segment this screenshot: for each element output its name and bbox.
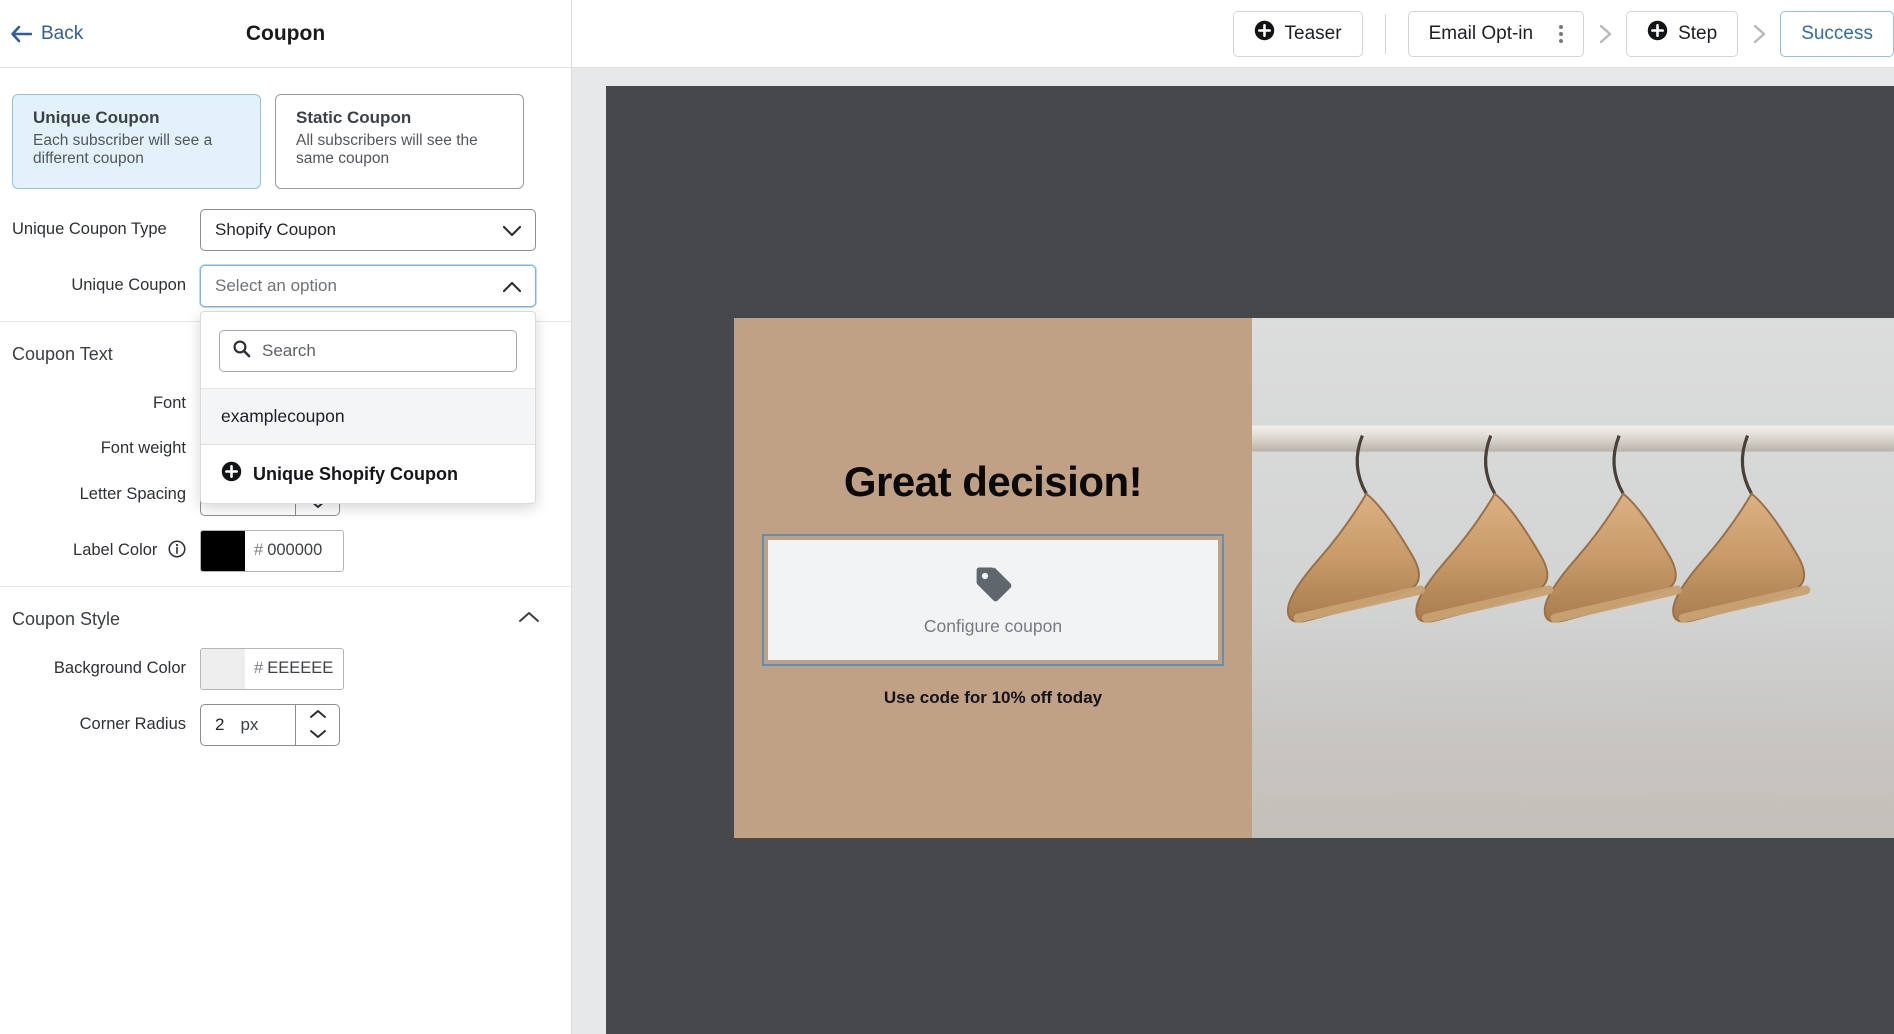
- popup-footer-text[interactable]: Use code for 10% off today: [884, 688, 1102, 708]
- popup-image: [1252, 318, 1894, 838]
- card-unique-coupon-title: Unique Coupon: [33, 108, 160, 127]
- corner-radius-value[interactable]: 2: [215, 715, 224, 735]
- chevron-up-icon: [501, 279, 523, 293]
- label-color-swatch[interactable]: [201, 530, 245, 571]
- dropdown-option-examplecoupon[interactable]: examplecoupon: [201, 388, 535, 444]
- preview-canvas: Great decision! Configure coupon Use cod…: [606, 86, 1894, 1034]
- left-settings-panel: Back Coupon Unique Coupon Each subscribe…: [0, 0, 572, 1034]
- editor-area: Teaser Email Opt-in Step Success Great d…: [572, 0, 1894, 1034]
- card-static-coupon[interactable]: Static Coupon All subscribers will see t…: [275, 94, 524, 189]
- chevron-up-icon[interactable]: [308, 706, 328, 724]
- row-corner-radius: Corner Radius 2 px: [0, 703, 571, 746]
- label-color-field[interactable]: # 000000: [200, 529, 344, 572]
- card-static-coupon-title: Static Coupon: [296, 108, 412, 127]
- info-icon[interactable]: [168, 540, 186, 564]
- back-button[interactable]: Back: [10, 23, 83, 45]
- dropdown-create-unique-shopify-coupon[interactable]: Unique Shopify Coupon: [201, 444, 535, 503]
- coupon-placeholder[interactable]: Configure coupon: [768, 540, 1218, 660]
- search-input[interactable]: [262, 341, 504, 361]
- tag-icon: [972, 564, 1014, 606]
- coupon-style-section-header[interactable]: Coupon Style: [0, 587, 571, 648]
- corner-radius-stepper[interactable]: 2 px: [200, 703, 340, 746]
- label-color-hash: #: [254, 541, 264, 560]
- letter-spacing-label: Letter Spacing: [79, 484, 186, 503]
- row-background-color: Background Color # EEEEEE: [0, 647, 571, 690]
- plus-circle-icon: [1254, 20, 1275, 47]
- background-color-swatch[interactable]: [201, 648, 245, 689]
- step-label: Step: [1678, 22, 1718, 44]
- coupon-block-selected[interactable]: Configure coupon: [762, 534, 1224, 666]
- font-weight-label: Font weight: [100, 439, 186, 458]
- plus-circle-icon: [1647, 20, 1668, 47]
- back-label: Back: [41, 22, 84, 44]
- corner-radius-spinner[interactable]: [295, 704, 339, 745]
- arrow-left-icon: [10, 25, 33, 43]
- coupon-style-heading: Coupon Style: [12, 608, 121, 629]
- dropdown-search-area: [201, 312, 535, 388]
- unique-coupon-type-label: Unique Coupon Type: [12, 220, 167, 238]
- app-root: Back Coupon Unique Coupon Each subscribe…: [0, 0, 1894, 1034]
- step-toolbar: Teaser Email Opt-in Step Success: [572, 0, 1894, 68]
- unique-coupon-value: Select an option: [215, 276, 337, 295]
- chevron-down-icon: [501, 223, 523, 237]
- label-color-label: Label Color: [12, 530, 200, 564]
- unique-coupon-label: Unique Coupon: [71, 276, 186, 294]
- configure-coupon-label: Configure coupon: [923, 615, 1063, 636]
- search-icon: [232, 339, 251, 363]
- more-options-icon[interactable]: [1559, 24, 1564, 43]
- label-color-value[interactable]: 000000: [267, 541, 322, 560]
- card-unique-coupon-subtitle: Each subscriber will see a different cou…: [33, 132, 213, 168]
- chevron-right-icon: [1748, 22, 1770, 46]
- email-optin-step-button[interactable]: Email Opt-in: [1407, 10, 1585, 57]
- card-unique-coupon[interactable]: Unique Coupon Each subscriber will see a…: [12, 94, 261, 189]
- unique-coupon-select[interactable]: Select an option: [200, 265, 536, 307]
- background-color-field[interactable]: # EEEEEE: [200, 647, 344, 690]
- plus-circle-icon: [221, 461, 242, 487]
- teaser-label: Teaser: [1284, 22, 1342, 44]
- email-optin-label: Email Opt-in: [1428, 22, 1534, 44]
- card-static-coupon-subtitle: All subscribers will see the same coupon: [296, 132, 478, 168]
- corner-radius-unit: px: [240, 714, 259, 734]
- background-color-hash: #: [254, 659, 264, 678]
- popup-content-panel: Great decision! Configure coupon Use cod…: [734, 318, 1252, 838]
- popup-preview: Great decision! Configure coupon Use cod…: [734, 318, 1894, 838]
- dropdown-create-label: Unique Shopify Coupon: [253, 463, 458, 484]
- row-unique-coupon: Unique Coupon Select an option Search ex…: [0, 265, 571, 504]
- unique-coupon-dropdown: examplecoupon Unique Shopify Coupon: [200, 311, 536, 504]
- unique-coupon-type-select[interactable]: Shopify Coupon: [200, 209, 536, 251]
- teaser-button[interactable]: Teaser: [1232, 10, 1363, 57]
- corner-radius-label: Corner Radius: [79, 714, 186, 733]
- toolbar-divider: [1384, 13, 1386, 54]
- coupon-type-cards: Unique Coupon Each subscriber will see a…: [0, 68, 571, 189]
- dropdown-search-box[interactable]: [219, 330, 517, 372]
- success-step-button[interactable]: Success: [1780, 10, 1894, 57]
- success-label: Success: [1801, 22, 1873, 44]
- popup-headline[interactable]: Great decision!: [844, 458, 1143, 506]
- background-color-value[interactable]: EEEEEE: [267, 659, 333, 678]
- background-color-label: Background Color: [53, 658, 186, 677]
- canvas-scroll-area: Great decision! Configure coupon Use cod…: [572, 68, 1894, 1034]
- chevron-right-icon: [1594, 22, 1616, 46]
- page-title: Coupon: [245, 21, 326, 45]
- add-step-button[interactable]: Step: [1626, 10, 1739, 57]
- unique-coupon-type-value: Shopify Coupon: [215, 220, 336, 239]
- coupon-source-form: Unique Coupon Type Shopify Coupon Unique…: [0, 189, 571, 746]
- coupon-text-heading: Coupon Text: [12, 344, 113, 364]
- font-label: Font: [152, 394, 186, 412]
- label-color-text: Label Color: [73, 540, 158, 559]
- row-unique-coupon-type: Unique Coupon Type Shopify Coupon: [0, 209, 571, 251]
- row-label-color: Label Color # 000000: [0, 529, 571, 572]
- chevron-up-icon[interactable]: [517, 610, 541, 629]
- clothes-hangers-photo: [1252, 318, 1894, 838]
- panel-header: Back Coupon: [0, 0, 571, 68]
- chevron-down-icon[interactable]: [308, 726, 328, 744]
